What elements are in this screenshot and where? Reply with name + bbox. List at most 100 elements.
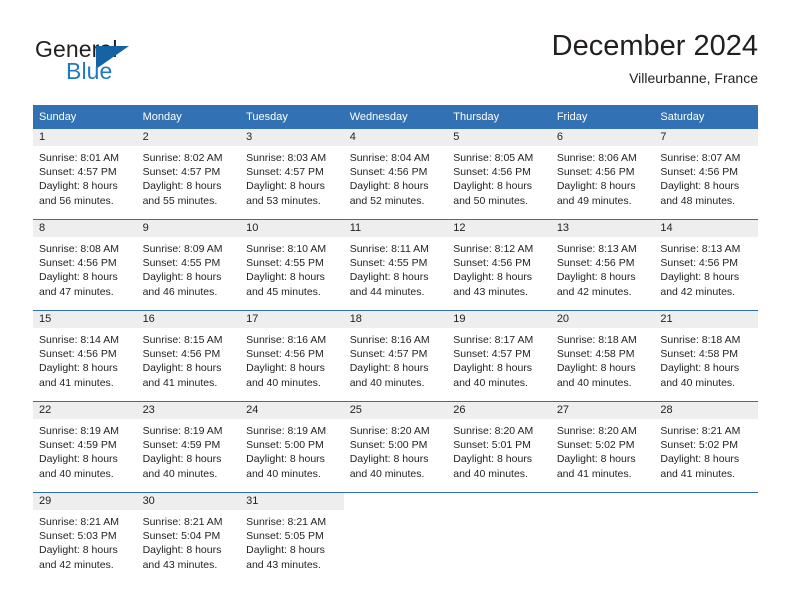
day-cell[interactable]: 3 Sunrise: 8:03 AM Sunset: 4:57 PM Dayli… xyxy=(240,129,344,220)
day-cell[interactable]: 6 Sunrise: 8:06 AM Sunset: 4:56 PM Dayli… xyxy=(550,129,655,220)
day-cell[interactable]: 30 Sunrise: 8:21 AM Sunset: 5:04 PM Dayl… xyxy=(136,492,241,583)
daylight-text-line1: Daylight: 8 hours xyxy=(556,271,636,284)
day-cell[interactable]: 11 Sunrise: 8:11 AM Sunset: 4:55 PM Dayl… xyxy=(343,219,448,311)
sunrise-text: Sunrise: 8:20 AM xyxy=(349,425,430,437)
daylight-text-line1: Daylight: 8 hours xyxy=(246,362,325,375)
day-number xyxy=(550,493,655,510)
day-cell[interactable]: 18 Sunrise: 8:16 AM Sunset: 4:57 PM Dayl… xyxy=(343,310,448,402)
day-number: 27 xyxy=(550,402,655,419)
brand-logo[interactable]: General Blue xyxy=(33,34,233,90)
sunrise-text: Sunrise: 8:04 AM xyxy=(349,152,430,164)
day-details: Sunrise: 8:20 AM Sunset: 5:02 PM Dayligh… xyxy=(551,419,655,481)
day-cell[interactable]: 17 Sunrise: 8:16 AM Sunset: 4:56 PM Dayl… xyxy=(240,310,344,402)
day-cell[interactable]: 26 Sunrise: 8:20 AM Sunset: 5:01 PM Dayl… xyxy=(447,401,551,493)
day-details: Sunrise: 8:16 AM Sunset: 4:56 PM Dayligh… xyxy=(240,328,344,390)
day-cell[interactable]: 5 Sunrise: 8:05 AM Sunset: 4:56 PM Dayli… xyxy=(447,129,551,220)
day-cell[interactable]: 2 Sunrise: 8:02 AM Sunset: 4:57 PM Dayli… xyxy=(136,129,241,220)
daylight-text-line2: and 50 minutes. xyxy=(453,194,528,207)
day-details: Sunrise: 8:19 AM Sunset: 4:59 PM Dayligh… xyxy=(33,419,137,481)
day-cell-empty xyxy=(550,492,655,583)
sunrise-text: Sunrise: 8:21 AM xyxy=(39,516,119,528)
day-number: 2 xyxy=(136,129,241,146)
weekday-header-row: Sunday Monday Tuesday Wednesday Thursday… xyxy=(33,105,758,129)
daylight-text-line1: Daylight: 8 hours xyxy=(142,271,222,284)
day-details: Sunrise: 8:21 AM Sunset: 5:02 PM Dayligh… xyxy=(654,419,758,481)
sunset-text: Sunset: 4:56 PM xyxy=(556,257,635,270)
day-cell[interactable]: 7 Sunrise: 8:07 AM Sunset: 4:56 PM Dayli… xyxy=(654,129,758,220)
daylight-text-line2: and 52 minutes. xyxy=(349,194,425,207)
day-cell[interactable]: 21 Sunrise: 8:18 AM Sunset: 4:58 PM Dayl… xyxy=(654,310,758,402)
day-cell[interactable]: 8 Sunrise: 8:08 AM Sunset: 4:56 PM Dayli… xyxy=(33,219,137,311)
daylight-text-line1: Daylight: 8 hours xyxy=(142,362,222,375)
sunrise-text: Sunrise: 8:21 AM xyxy=(142,516,223,528)
weekday-header-saturday: Saturday xyxy=(660,111,705,123)
sunset-text: Sunset: 4:56 PM xyxy=(349,166,428,179)
weekday-header-friday: Friday xyxy=(556,111,588,123)
day-cell[interactable]: 31 Sunrise: 8:21 AM Sunset: 5:05 PM Dayl… xyxy=(240,492,344,583)
sunrise-text: Sunrise: 8:16 AM xyxy=(349,334,430,346)
daylight-text-line2: and 41 minutes. xyxy=(660,467,736,480)
day-cell[interactable]: 12 Sunrise: 8:12 AM Sunset: 4:56 PM Dayl… xyxy=(447,219,551,311)
weekday-header-thursday: Thursday xyxy=(453,111,500,123)
day-details: Sunrise: 8:02 AM Sunset: 4:57 PM Dayligh… xyxy=(137,146,241,208)
day-number: 11 xyxy=(343,220,448,237)
daylight-text-line1: Daylight: 8 hours xyxy=(349,362,429,375)
day-cell[interactable]: 13 Sunrise: 8:13 AM Sunset: 4:56 PM Dayl… xyxy=(550,219,655,311)
sunrise-text: Sunrise: 8:17 AM xyxy=(453,334,534,346)
day-number: 30 xyxy=(136,493,241,510)
day-number: 8 xyxy=(33,220,137,237)
day-cell[interactable]: 25 Sunrise: 8:20 AM Sunset: 5:00 PM Dayl… xyxy=(343,401,448,493)
sunset-text: Sunset: 4:57 PM xyxy=(453,348,531,361)
day-details: Sunrise: 8:13 AM Sunset: 4:56 PM Dayligh… xyxy=(551,237,655,299)
sunset-text: Sunset: 5:04 PM xyxy=(142,530,221,543)
sunset-text: Sunset: 4:56 PM xyxy=(142,348,221,361)
day-cell[interactable]: 15 Sunrise: 8:14 AM Sunset: 4:56 PM Dayl… xyxy=(33,310,137,402)
day-number: 10 xyxy=(240,220,344,237)
sunset-text: Sunset: 4:55 PM xyxy=(142,257,221,270)
day-cell[interactable]: 1 Sunrise: 8:01 AM Sunset: 4:57 PM Dayli… xyxy=(33,129,137,220)
day-cell[interactable]: 27 Sunrise: 8:20 AM Sunset: 5:02 PM Dayl… xyxy=(550,401,655,493)
day-cell-empty xyxy=(654,492,758,583)
day-details: Sunrise: 8:15 AM Sunset: 4:56 PM Dayligh… xyxy=(137,328,241,390)
day-cell[interactable]: 9 Sunrise: 8:09 AM Sunset: 4:55 PM Dayli… xyxy=(136,219,241,311)
day-number: 20 xyxy=(550,311,655,328)
day-cell[interactable]: 23 Sunrise: 8:19 AM Sunset: 4:59 PM Dayl… xyxy=(136,401,241,493)
daylight-text-line2: and 43 minutes. xyxy=(246,558,321,571)
day-cell[interactable]: 16 Sunrise: 8:15 AM Sunset: 4:56 PM Dayl… xyxy=(136,310,241,402)
day-details: Sunrise: 8:04 AM Sunset: 4:56 PM Dayligh… xyxy=(344,146,448,208)
daylight-text-line1: Daylight: 8 hours xyxy=(39,271,118,284)
day-cell[interactable]: 4 Sunrise: 8:04 AM Sunset: 4:56 PM Dayli… xyxy=(343,129,448,220)
day-cell[interactable]: 20 Sunrise: 8:18 AM Sunset: 4:58 PM Dayl… xyxy=(550,310,655,402)
day-cell[interactable]: 14 Sunrise: 8:13 AM Sunset: 4:56 PM Dayl… xyxy=(654,219,758,311)
day-details: Sunrise: 8:19 AM Sunset: 5:00 PM Dayligh… xyxy=(240,419,344,481)
daylight-text-line1: Daylight: 8 hours xyxy=(453,453,533,466)
sunset-text: Sunset: 4:56 PM xyxy=(660,257,739,270)
sunrise-text: Sunrise: 8:06 AM xyxy=(556,152,637,164)
daylight-text-line1: Daylight: 8 hours xyxy=(246,271,325,284)
daylight-text-line1: Daylight: 8 hours xyxy=(246,180,325,193)
day-cell[interactable]: 22 Sunrise: 8:19 AM Sunset: 4:59 PM Dayl… xyxy=(33,401,137,493)
sunset-text: Sunset: 4:55 PM xyxy=(349,257,428,270)
daylight-text-line1: Daylight: 8 hours xyxy=(142,453,222,466)
day-cell-empty xyxy=(343,492,448,583)
daylight-text-line2: and 41 minutes. xyxy=(39,376,114,389)
day-cell[interactable]: 24 Sunrise: 8:19 AM Sunset: 5:00 PM Dayl… xyxy=(240,401,344,493)
day-number xyxy=(654,493,758,510)
day-cell[interactable]: 28 Sunrise: 8:21 AM Sunset: 5:02 PM Dayl… xyxy=(654,401,758,493)
daylight-text-line1: Daylight: 8 hours xyxy=(349,271,429,284)
daylight-text-line2: and 53 minutes. xyxy=(246,194,321,207)
daylight-text-line2: and 42 minutes. xyxy=(556,285,632,298)
day-cell[interactable]: 19 Sunrise: 8:17 AM Sunset: 4:57 PM Dayl… xyxy=(447,310,551,402)
calendar-page: General Blue December 2024 Villeurbanne,… xyxy=(0,0,792,612)
sunrise-text: Sunrise: 8:20 AM xyxy=(556,425,637,437)
daylight-text-line2: and 47 minutes. xyxy=(39,285,114,298)
daylight-text-line1: Daylight: 8 hours xyxy=(556,362,636,375)
day-number: 19 xyxy=(447,311,551,328)
day-cell[interactable]: 10 Sunrise: 8:10 AM Sunset: 4:55 PM Dayl… xyxy=(240,219,344,311)
day-details: Sunrise: 8:14 AM Sunset: 4:56 PM Dayligh… xyxy=(33,328,137,390)
sunrise-text: Sunrise: 8:13 AM xyxy=(660,243,741,255)
day-number: 29 xyxy=(33,493,137,510)
day-cell[interactable]: 29 Sunrise: 8:21 AM Sunset: 5:03 PM Dayl… xyxy=(33,492,137,583)
sunrise-text: Sunrise: 8:01 AM xyxy=(39,152,119,164)
daylight-text-line1: Daylight: 8 hours xyxy=(660,453,740,466)
